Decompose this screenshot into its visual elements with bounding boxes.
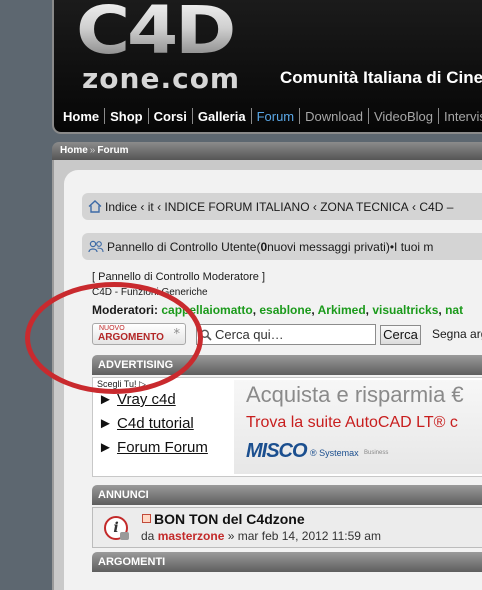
announcements-header: ANNUNCI [92,485,482,505]
top-navigation: Home Shop Corsi Galleria Forum Download VideoB… [58,108,482,124]
ad-link-label[interactable]: Forum Forum [117,439,208,456]
moderator-link[interactable]: visualtricks [372,303,438,317]
topic-icon [142,514,151,523]
ad-link-label[interactable]: Vray c4d [117,391,176,408]
post-date: » mar feb 14, 2012 11:59 am [224,529,381,543]
ad-subheadline: Trova la suite AutoCAD LT® c [246,414,458,431]
nav-item-forum[interactable]: Forum [252,109,300,124]
ucp-link[interactable]: Pannello di Controllo Utente [107,240,256,254]
navpath-separator: ‹ [412,199,417,214]
search-icon [200,329,212,341]
business-label: Business [364,450,389,456]
content-area: Indice ‹ it ‹ INDICE FORUM ITALIANO ‹ ZO… [64,170,482,590]
ad-link-item[interactable]: ► C4d tutorial [98,415,194,432]
author-prefix: da [141,529,158,543]
my-posts-link[interactable]: I tuoi m [394,240,433,254]
users-icon [88,240,104,253]
new-topic-label-small: NUOVO [99,325,125,332]
nav-item-shop[interactable]: Shop [105,109,148,124]
ad-headline: Acquista e risparmia € [246,382,464,407]
nav-item-home[interactable]: Home [58,109,104,124]
breadcrumb-separator: » [89,145,96,156]
triangle-right-icon: ► [98,439,113,456]
site-logo-domain[interactable]: zone.com [82,64,240,94]
triangle-right-icon: ► [98,415,113,432]
navpath-zona-tecnica[interactable]: ZONA TECNICA [320,200,408,214]
forum-search [196,324,376,345]
nav-item-intervis[interactable]: Intervis [439,109,482,124]
home-icon [88,200,102,213]
pm-count: 0 [260,239,268,254]
moderator-link[interactable]: Arkimed [318,303,366,317]
misco-logo: MISCO [246,440,308,462]
navpath-it[interactable]: it [148,200,154,214]
forum-navpath: Indice ‹ it ‹ INDICE FORUM ITALIANO ‹ ZO… [82,193,482,220]
navpath-separator: ‹ [312,199,317,214]
moderator-link[interactable]: cappellaiomatto [161,303,252,317]
nav-item-download[interactable]: Download [300,109,368,124]
breadcrumb: Home» Forum [52,142,482,160]
asterisk-icon: * [173,327,181,342]
topics-header: ARGOMENTI [92,552,482,572]
search-button[interactable]: Cerca [380,325,421,345]
moderators-list: Moderatori: cappellaiomatto, esablone, A… [92,303,464,317]
triangle-right-icon: ► [98,391,113,408]
moderator-panel-link[interactable]: [ Pannello di Controllo Moderatore ] [92,271,265,283]
navpath-indice-italiano[interactable]: INDICE FORUM ITALIANO [164,200,309,214]
ad-banner[interactable]: Acquista e risparmia € Trova la suite Au… [234,380,482,474]
new-topic-button[interactable]: NUOVO ARGOMENTO * [92,323,186,345]
navpath-separator: ‹ [157,199,162,214]
moderator-link[interactable]: nat [445,303,463,317]
user-control-bar: Pannello di Controllo Utente (0 nuovi me… [82,233,482,260]
author-link[interactable]: masterzone [158,529,225,543]
ad-link-item[interactable]: ► Forum Forum [98,439,208,456]
ad-choices-link[interactable]: Scegli Tu! ▷ [97,379,146,390]
breadcrumb-home[interactable]: Home [60,145,88,156]
search-input[interactable] [212,327,362,342]
nav-item-videoblog[interactable]: VideoBlog [369,109,438,124]
nav-item-galleria[interactable]: Galleria [193,109,251,124]
nav-item-corsi[interactable]: Corsi [149,109,192,124]
site-logo[interactable]: C4D [76,0,236,64]
breadcrumb-forum[interactable]: Forum [97,145,128,156]
announcement-meta: da masterzone » mar feb 14, 2012 11:59 a… [141,529,381,543]
main-panel: Indice ‹ it ‹ INDICE FORUM ITALIANO ‹ ZO… [52,160,482,590]
navpath-index[interactable]: Indice [105,200,137,214]
new-topic-label: ARGOMENTO [98,332,164,343]
site-header: C4D zone.com Comunità Italiana di Cine H… [52,0,482,134]
advertising-header: ADVERTISING [92,355,482,375]
moderator-link[interactable]: esablone [259,303,311,317]
announcement-row[interactable]: i BON TON del C4dzone da masterzone » ma… [92,507,482,548]
announcement-title[interactable]: BON TON del C4dzone [154,511,305,527]
advertising-panel: Scegli Tu! ▷ ► Vray c4d ► C4d tutorial ►… [92,377,482,477]
ad-link-label[interactable]: C4d tutorial [117,415,194,432]
mark-topics-read-link[interactable]: Segna arg [432,327,482,341]
lock-icon [120,532,129,540]
site-tagline: Comunità Italiana di Cine [280,68,482,87]
forum-description: C4D - Funzioni Generiche [92,287,208,298]
systemax-label: ® Systemax [310,448,359,458]
navpath-separator: ‹ [140,199,145,214]
pm-count-text[interactable]: nuovi messaggi privati) [267,240,390,254]
ad-link-item[interactable]: ► Vray c4d [98,391,176,408]
moderators-label: Moderatori: [92,303,158,317]
navpath-c4d[interactable]: C4D – [419,200,453,214]
